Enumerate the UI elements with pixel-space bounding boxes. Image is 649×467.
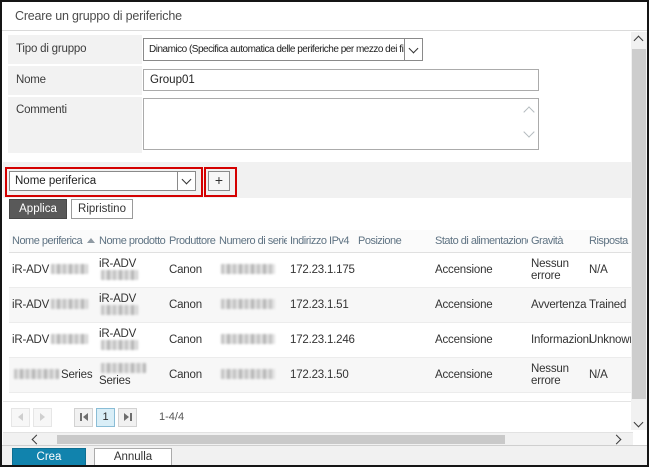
scroll-right-icon[interactable]	[611, 434, 622, 445]
device-table: Nome periferica Nome prodotto Produttore…	[9, 230, 636, 393]
create-device-group-dialog: Creare un gruppo di periferiche Tipo di …	[0, 0, 649, 467]
col-response[interactable]: Risposta (Live	[586, 230, 633, 253]
group-type-value: Dinamico (Specifica automatica delle per…	[149, 44, 404, 55]
dialog-title: Creare un gruppo di periferiche	[2, 2, 647, 31]
redacted-text	[101, 340, 138, 350]
group-type-label: Tipo di gruppo	[8, 35, 142, 64]
create-button[interactable]: Crea	[12, 448, 86, 465]
cancel-button[interactable]: Annulla	[94, 448, 172, 465]
next-page-button[interactable]	[33, 407, 52, 427]
pagination-range: 1-4/4	[159, 411, 185, 423]
table-row[interactable]: iR-ADV iR-ADV Canon 172.23.1.51 Accensio…	[9, 287, 633, 323]
col-position[interactable]: Posizione	[355, 230, 432, 253]
col-device-name[interactable]: Nome periferica	[9, 230, 96, 253]
comments-textarea[interactable]	[143, 98, 539, 150]
name-input[interactable]: Group01	[143, 69, 539, 91]
first-page-button[interactable]	[74, 407, 93, 427]
vertical-scrollbar[interactable]	[631, 32, 647, 430]
redacted-text	[221, 264, 275, 274]
col-product-name[interactable]: Nome prodotto	[96, 230, 166, 253]
table-row[interactable]: iR-ADV iR-ADV Canon 172.23.1.246 Accensi…	[9, 322, 636, 358]
redacted-text	[101, 305, 138, 315]
horizontal-scrollbar-thumb[interactable]	[57, 435, 505, 444]
name-label: Nome	[8, 66, 142, 95]
redacted-text	[221, 299, 275, 309]
group-type-select[interactable]: Dinamico (Specifica automatica delle per…	[143, 38, 423, 61]
sort-ascending-icon	[87, 238, 96, 243]
scroll-up-icon[interactable]	[633, 35, 644, 46]
chevron-down-icon	[404, 39, 422, 60]
previous-page-button[interactable]	[11, 407, 30, 427]
redacted-text	[51, 299, 89, 309]
table-row[interactable]: iR-ADV iR-ADV Canon 172.23.1.175 Accensi…	[9, 252, 633, 288]
col-severity[interactable]: Gravità	[528, 230, 586, 253]
col-manufacturer[interactable]: Produttore	[166, 230, 216, 253]
scroll-left-icon[interactable]	[31, 434, 42, 445]
col-ipv4-address[interactable]: Indirizzo IPv4	[287, 230, 355, 253]
table-header-row: Nome periferica Nome prodotto Produttore…	[9, 230, 633, 253]
current-page-indicator[interactable]: 1	[96, 407, 115, 427]
filter-select-value: Nome periferica	[15, 175, 97, 187]
redacted-text	[221, 334, 275, 344]
vertical-scrollbar-thumb[interactable]	[632, 49, 646, 399]
redacted-text	[221, 369, 275, 379]
col-power-state[interactable]: Stato di alimentazione	[432, 230, 528, 253]
horizontal-scrollbar[interactable]	[3, 432, 633, 446]
pagination-bar: 1 1-4/4	[3, 401, 633, 432]
scroll-down-icon[interactable]	[633, 417, 644, 428]
redacted-text	[51, 334, 89, 344]
redacted-text	[51, 264, 89, 274]
table-row[interactable]: Series Series Canon 172.23.1.50 Accensio…	[9, 357, 633, 393]
filter-select[interactable]: Nome periferica	[9, 171, 196, 191]
chevron-down-icon	[177, 172, 195, 190]
col-serial-number[interactable]: Numero di serie	[216, 230, 287, 253]
add-filter-button[interactable]: +	[208, 171, 230, 191]
redacted-text	[101, 363, 146, 373]
redacted-text	[14, 369, 59, 379]
comments-label: Commenti	[8, 97, 142, 153]
reset-button[interactable]: Ripristino	[71, 199, 133, 219]
redacted-text	[101, 270, 138, 280]
apply-button[interactable]: Applica	[9, 199, 67, 219]
last-page-button[interactable]	[118, 407, 137, 427]
